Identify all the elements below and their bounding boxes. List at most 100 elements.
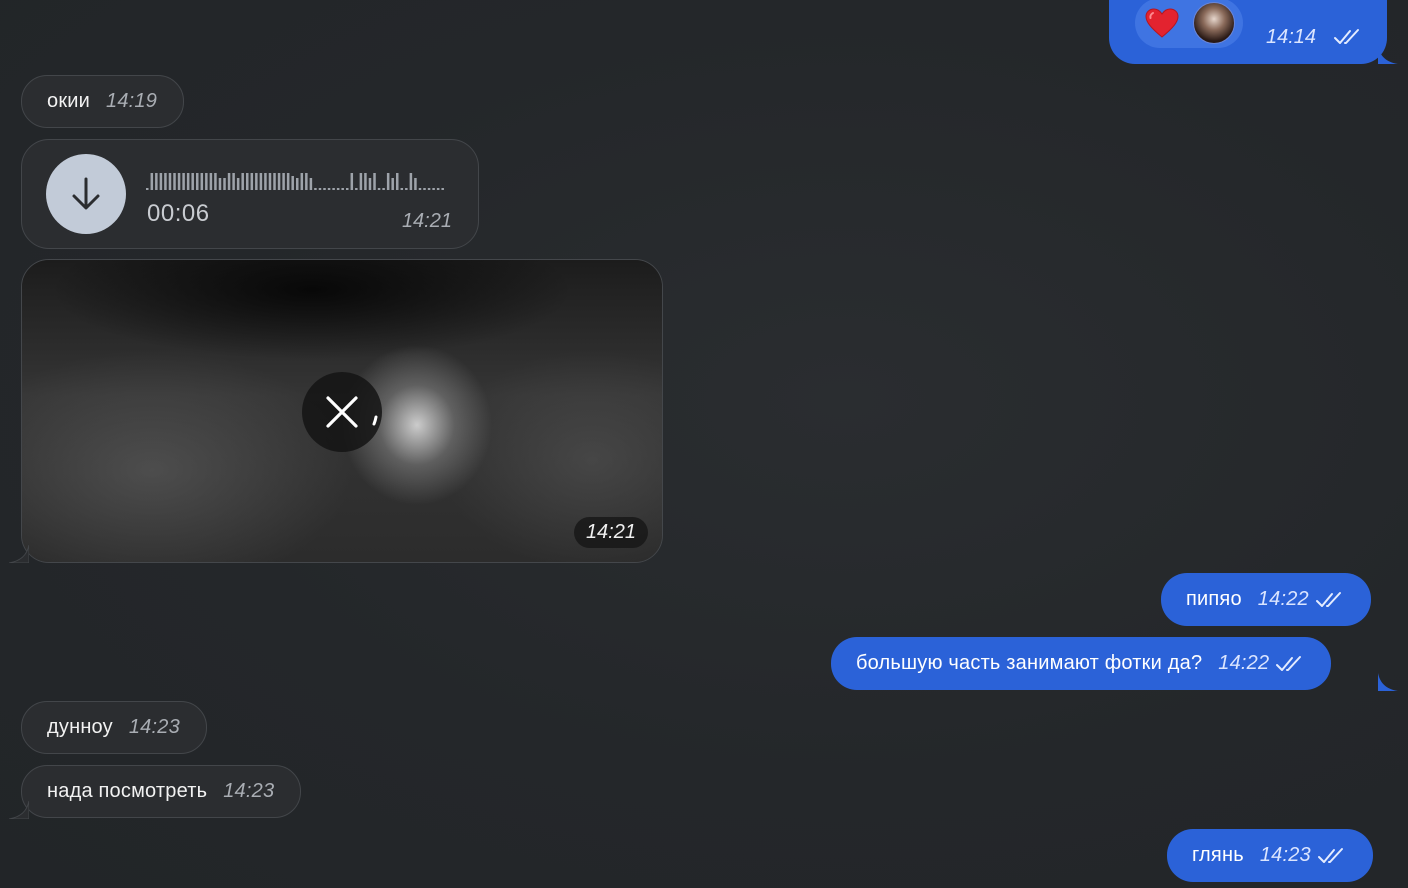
waveform-bar [300, 173, 304, 190]
message-time: 14:22 [1257, 588, 1309, 610]
waveform-bar [168, 173, 172, 190]
waveform-bar [441, 188, 444, 190]
message-text: окии [47, 90, 91, 112]
waveform-bar [386, 173, 390, 190]
read-checkmarks-icon [1317, 847, 1343, 863]
waveform-bar [246, 173, 249, 190]
progress-arc-icon [372, 415, 378, 426]
waveform-bar [146, 188, 149, 190]
waveform-bar [150, 173, 154, 190]
waveform-bar [164, 173, 167, 190]
waveform-bar [205, 173, 208, 190]
message-outgoing[interactable]: большую часть занимают фотки да? 14:22 [831, 637, 1332, 690]
cancel-download-button[interactable] [302, 372, 382, 452]
waveform-bar [414, 178, 417, 190]
waveform-bar [209, 173, 213, 190]
message-incoming[interactable]: окии 14:19 [21, 75, 185, 128]
waveform-bar [177, 173, 181, 190]
waveform-bar [332, 188, 335, 190]
waveform-bar [273, 173, 276, 190]
heart-icon [1145, 8, 1179, 38]
message-time: 14:14 [1266, 26, 1317, 48]
waveform-bar [282, 173, 285, 190]
waveform-bar [364, 173, 367, 190]
message-text: глянь [1192, 844, 1244, 866]
message-incoming[interactable]: нада посмотреть 14:23 [21, 765, 302, 818]
message-time: 14:19 [106, 90, 158, 112]
waveform-bar [236, 178, 240, 190]
bubble-tail [1378, 673, 1398, 691]
read-checkmarks-icon [1315, 591, 1341, 607]
message-text: пипяо [1186, 588, 1242, 610]
waveform-bar [296, 178, 299, 190]
bubble-tail [9, 801, 29, 819]
voice-duration: 00:06 [147, 200, 210, 227]
reaction-chip[interactable] [1135, 0, 1243, 48]
download-voice-button[interactable] [46, 154, 126, 234]
waveform-bar [368, 178, 372, 190]
waveform-bar [309, 178, 313, 190]
waveform-bar [336, 188, 340, 190]
bubble-tail [9, 545, 29, 563]
waveform-bar [350, 173, 354, 190]
voice-waveform[interactable] [146, 168, 446, 192]
waveform-bar [241, 173, 244, 190]
waveform-bar [255, 173, 258, 190]
waveform-bar [318, 188, 322, 190]
waveform-bar [286, 173, 290, 190]
waveform-bar [182, 173, 185, 190]
waveform-bar [391, 178, 394, 190]
message-time: 14:23 [1259, 844, 1311, 866]
waveform-bar [155, 173, 158, 190]
chat-history[interactable]: 14:14 окии 14:19 00:06 14:21 14:21 пипяо… [0, 0, 1408, 888]
waveform-bar [400, 188, 404, 190]
waveform-bar [264, 173, 267, 190]
message-incoming[interactable]: дунноу 14:23 [21, 701, 207, 754]
waveform-bar [186, 173, 190, 190]
waveform-bar [214, 173, 217, 190]
waveform-bar [259, 173, 263, 190]
waveform-bar [436, 188, 440, 190]
waveform-bar [427, 188, 431, 190]
media-message[interactable]: 14:21 [21, 259, 663, 563]
waveform-bar [377, 188, 381, 190]
waveform-bar [305, 173, 308, 190]
message-text: дунноу [47, 716, 113, 738]
waveform-bar [423, 188, 426, 190]
bubble-tail [1378, 46, 1398, 64]
voice-message[interactable]: 00:06 14:21 [21, 139, 479, 249]
waveform-bar [196, 173, 199, 190]
waveform-bar [409, 173, 413, 190]
message-outgoing-reaction[interactable]: 14:14 [1109, 0, 1387, 64]
waveform-bar [418, 188, 422, 190]
message-text: большую часть занимают фотки да? [856, 652, 1203, 674]
waveform-bar [355, 188, 358, 190]
waveform-bar [382, 188, 385, 190]
message-outgoing[interactable]: пипяо 14:22 [1161, 573, 1371, 626]
waveform-bar [173, 173, 176, 190]
waveform-bar [341, 188, 344, 190]
waveform-bar [405, 188, 408, 190]
waveform-bar [359, 173, 363, 190]
reactor-avatar[interactable] [1193, 2, 1235, 44]
waveform-bar [159, 173, 163, 190]
waveform-bar [268, 173, 272, 190]
message-time: 14:22 [1218, 652, 1270, 674]
waveform-bar [432, 188, 435, 190]
waveform-bar [250, 173, 254, 190]
read-checkmarks-icon [1334, 29, 1359, 44]
message-time: 14:21 [401, 210, 452, 232]
message-time: 14:21 [573, 517, 648, 548]
message-time: 14:23 [128, 716, 180, 738]
message-outgoing[interactable]: глянь 14:23 [1167, 829, 1373, 882]
waveform-bar [223, 178, 226, 190]
waveform-bar [200, 173, 204, 190]
waveform-bar [323, 188, 326, 190]
arrow-down-icon [72, 177, 100, 210]
waveform-bar [232, 173, 235, 190]
waveform-bar [291, 176, 294, 190]
read-checkmarks-icon [1276, 655, 1302, 671]
waveform-bar [227, 173, 231, 190]
waveform-bar [314, 188, 317, 190]
waveform-bar [396, 173, 399, 190]
